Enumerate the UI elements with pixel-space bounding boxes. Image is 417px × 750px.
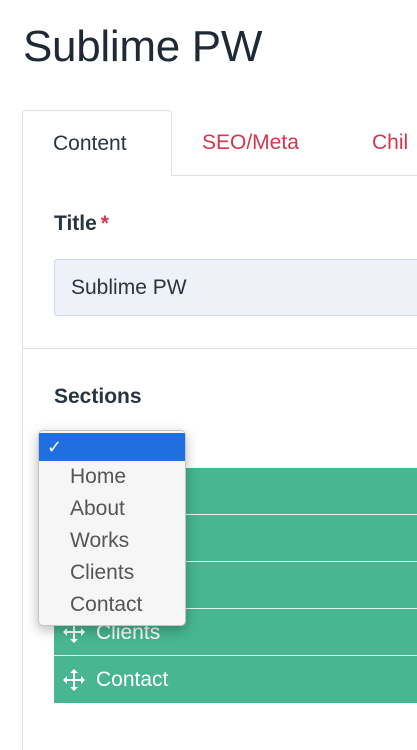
dropdown-option-about[interactable]: About [39, 493, 185, 525]
checkmark-icon: ✓ [47, 437, 63, 457]
title-label: Title * [54, 212, 109, 236]
dropdown-option-home[interactable]: Home [39, 461, 185, 493]
panel-divider [23, 348, 417, 349]
tab-bar: Content SEO/Meta Chil [0, 110, 417, 176]
sections-label: Sections [54, 385, 142, 408]
section-row-contact[interactable]: Contact [54, 656, 417, 703]
tab-content[interactable]: Content [22, 110, 172, 176]
dropdown-option-empty[interactable]: ✓ [39, 433, 185, 461]
title-label-text: Title [54, 212, 97, 235]
section-row-label: Contact [96, 668, 169, 691]
tab-seo-meta[interactable]: SEO/Meta [202, 110, 299, 176]
title-input[interactable] [54, 259, 417, 316]
page: Sublime PW Content SEO/Meta Chil Title * … [0, 0, 417, 750]
required-mark: * [100, 212, 109, 235]
dropdown-option-contact[interactable]: Contact [39, 589, 185, 621]
move-icon[interactable] [62, 668, 86, 692]
page-title: Sublime PW [23, 22, 263, 71]
tab-children[interactable]: Chil [372, 110, 408, 176]
section-dropdown-menu: ✓ Home About Works Clients Contact [38, 430, 186, 626]
dropdown-option-clients[interactable]: Clients [39, 557, 185, 589]
dropdown-option-works[interactable]: Works [39, 525, 185, 557]
